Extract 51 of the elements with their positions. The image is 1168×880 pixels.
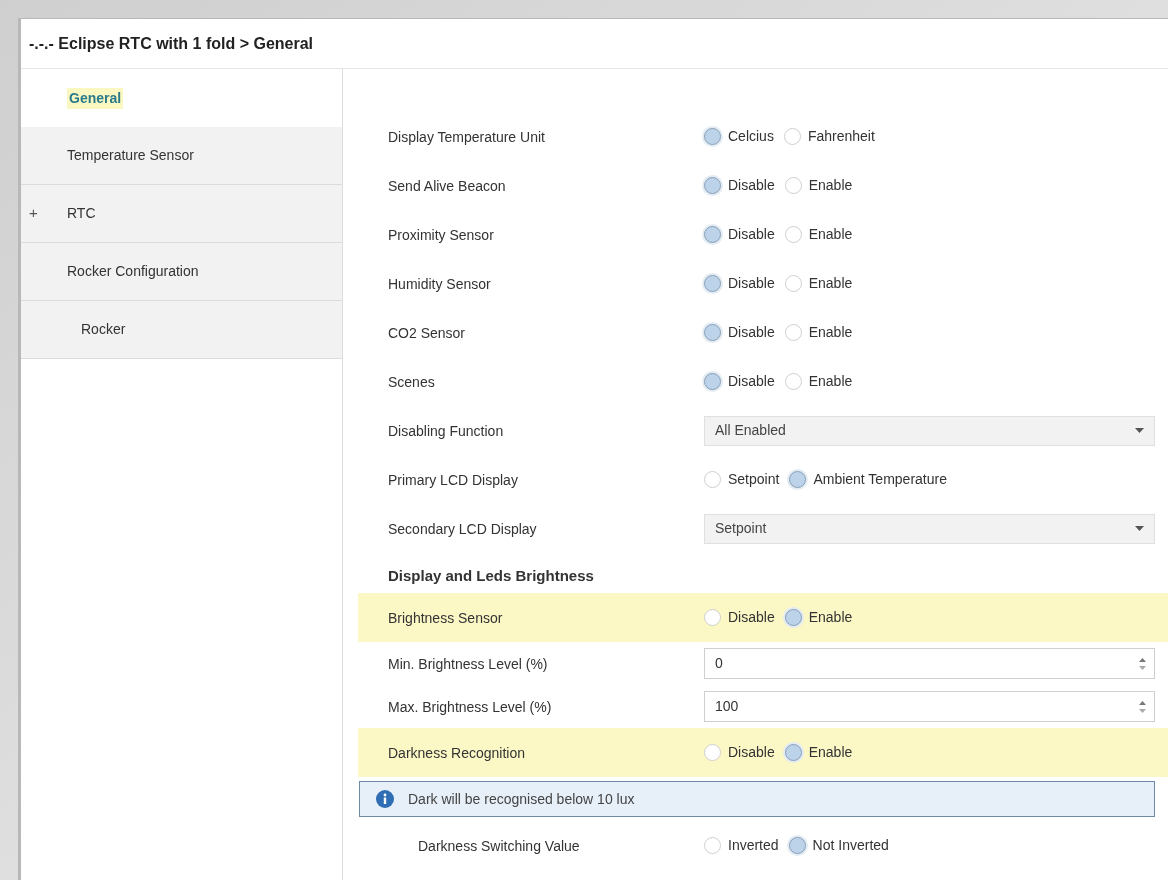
parameter-label: Darkness Recognition: [388, 744, 525, 761]
radio-option[interactable]: Disable: [704, 224, 775, 245]
parameter-label: Disabling Function: [388, 422, 504, 439]
radio-option[interactable]: Disable: [704, 371, 775, 392]
sidebar-item[interactable]: + RTC: [21, 185, 342, 243]
radio-option[interactable]: Celcius: [704, 126, 774, 147]
radio-option[interactable]: Disable: [704, 175, 775, 196]
radio-option[interactable]: Setpoint: [704, 469, 780, 490]
parameter-label: Proximity Sensor: [388, 226, 494, 243]
info-text: Dark will be recognised below 10 lux: [408, 789, 635, 809]
info-icon: [376, 790, 394, 808]
window-title: -.-.- Eclipse RTC with 1 fold > General: [29, 33, 314, 54]
radio-option[interactable]: Inverted: [704, 835, 779, 856]
radio-option[interactable]: Ambient Temperature: [789, 469, 947, 490]
radio-option[interactable]: Enable: [784, 371, 853, 392]
parameter-label: Scenes: [388, 373, 435, 390]
parameter-label: Display Temperature Unit: [388, 128, 545, 145]
expand-toggle[interactable]: +: [29, 202, 38, 225]
radio-option[interactable]: Disable: [704, 273, 775, 294]
parameter-label: Humidity Sensor: [388, 275, 491, 292]
radio-option[interactable]: Enable: [784, 273, 853, 294]
dropdown[interactable]: Setpoint: [704, 513, 1155, 544]
radio-option[interactable]: Enable: [784, 322, 853, 343]
radio-option[interactable]: Enable: [784, 175, 853, 196]
radio-option[interactable]: Enable: [784, 742, 853, 763]
parameter-label: Secondary LCD Display: [388, 520, 537, 537]
dropdown[interactable]: All Enabled: [704, 415, 1155, 446]
caret-icon: [1135, 428, 1144, 433]
section-heading: Display and Leds Brightness: [388, 565, 594, 586]
spinner-arrows-icon[interactable]: [1139, 699, 1146, 714]
radio-option[interactable]: Fahrenheit: [783, 126, 875, 147]
radio-option[interactable]: Disable: [704, 322, 775, 343]
parameter-label: Brightness Sensor: [388, 609, 503, 626]
radio-option[interactable]: Disable: [704, 607, 775, 628]
radio-option[interactable]: Enable: [784, 607, 853, 628]
sidebar-item[interactable]: Temperature Sensor: [21, 127, 342, 185]
parameter-label: Primary LCD Display: [388, 471, 518, 488]
number-field[interactable]: 100: [704, 691, 1155, 722]
spinner-arrows-icon[interactable]: [1139, 656, 1146, 671]
number-field[interactable]: 0: [704, 648, 1155, 679]
parameter-label: CO2 Sensor: [388, 324, 466, 341]
sidebar-item[interactable]: Rocker: [21, 301, 342, 359]
parameter-label: Darkness Switching Value: [418, 837, 580, 854]
sidebar-item[interactable]: Rocker Configuration: [21, 243, 342, 301]
parameter-label: Max. Brightness Level (%): [388, 698, 552, 715]
radio-option[interactable]: Enable: [784, 224, 853, 245]
caret-icon: [1135, 526, 1144, 531]
radio-option[interactable]: Not Inverted: [788, 835, 889, 856]
parameter-label: Min. Brightness Level (%): [388, 655, 548, 672]
parameter-label: Send Alive Beacon: [388, 177, 506, 194]
radio-option[interactable]: Disable: [704, 742, 775, 763]
